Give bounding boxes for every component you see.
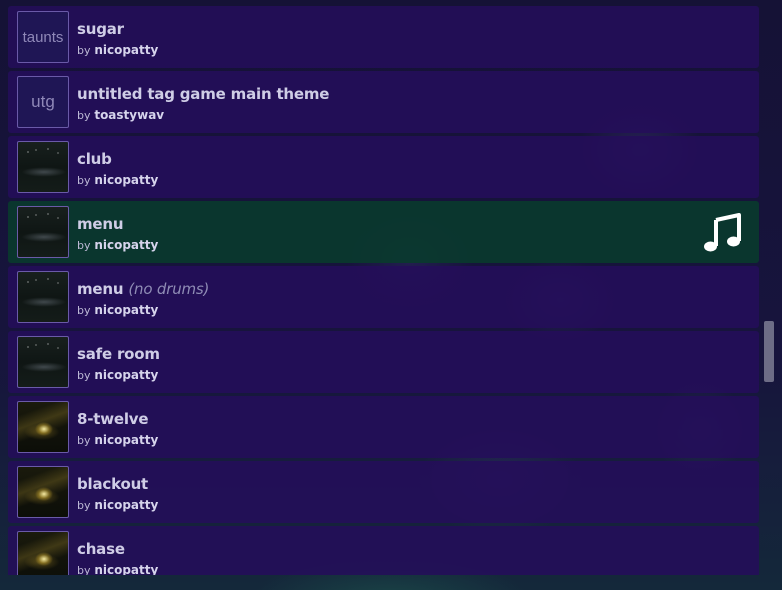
track-thumbnail: taunts — [17, 11, 69, 63]
track-author: nicopatty — [94, 498, 159, 512]
track-thumbnail — [17, 206, 69, 258]
track-thumbnail — [17, 141, 69, 193]
track-thumbnail: utg — [17, 76, 69, 128]
by-label: by — [77, 434, 91, 447]
track-byline: by nicopatty — [77, 563, 158, 575]
by-label: by — [77, 44, 91, 57]
track-author: nicopatty — [94, 433, 159, 447]
track-author: nicopatty — [94, 43, 159, 57]
by-label: by — [77, 174, 91, 187]
music-note-icon — [704, 213, 741, 252]
track-byline: by nicopatty — [77, 173, 158, 187]
track-thumbnail — [17, 531, 69, 575]
track-title: menu — [77, 215, 124, 233]
track-byline: by toastywav — [77, 108, 164, 122]
track-title-text: untitled tag game main theme — [77, 85, 330, 103]
track-byline: by nicopatty — [77, 498, 158, 512]
track-author: nicopatty — [94, 563, 159, 575]
track-row-safe-room[interactable]: safe room by nicopatty — [8, 331, 759, 393]
by-label: by — [77, 499, 91, 512]
track-row-menu-playing[interactable]: menu by nicopatty — [8, 201, 759, 263]
by-label: by — [77, 109, 91, 122]
track-author: nicopatty — [94, 238, 159, 252]
track-title-text: chase — [77, 540, 125, 558]
track-row-chase[interactable]: chase by nicopatty — [8, 526, 759, 575]
track-title: untitled tag game main theme — [77, 85, 329, 103]
by-label: by — [77, 564, 91, 575]
track-title: menu (no drums) — [77, 280, 209, 298]
track-row-untitled-tag-game-main-theme[interactable]: utg untitled tag game main theme by toas… — [8, 71, 759, 133]
track-thumbnail — [17, 271, 69, 323]
track-list: taunts sugar by nicopatty utg untitled t… — [8, 6, 759, 575]
track-thumbnail — [17, 466, 69, 518]
track-row-club[interactable]: club by nicopatty — [8, 136, 759, 198]
track-title: club — [77, 150, 112, 168]
track-title-text: blackout — [77, 475, 149, 493]
track-author: toastywav — [94, 108, 165, 122]
track-title-text: club — [77, 150, 112, 168]
track-title-text: menu — [77, 215, 124, 233]
track-author: nicopatty — [94, 368, 159, 382]
track-row-sugar[interactable]: taunts sugar by nicopatty — [8, 6, 759, 68]
track-byline: by nicopatty — [77, 433, 158, 447]
by-label: by — [77, 369, 91, 382]
track-byline: by nicopatty — [77, 43, 158, 57]
by-label: by — [77, 239, 91, 252]
track-title: 8-twelve — [77, 410, 149, 428]
scrollbar-thumb[interactable] — [764, 321, 774, 382]
track-title-text: sugar — [77, 20, 124, 38]
track-title-suffix: (no drums) — [128, 280, 210, 298]
track-title-text: safe room — [77, 345, 160, 363]
track-author: nicopatty — [94, 173, 159, 187]
track-thumbnail — [17, 401, 69, 453]
track-title-text: 8-twelve — [77, 410, 149, 428]
track-title: chase — [77, 540, 125, 558]
track-byline: by nicopatty — [77, 238, 158, 252]
track-title: safe room — [77, 345, 160, 363]
track-byline: by nicopatty — [77, 368, 158, 382]
track-byline: by nicopatty — [77, 303, 158, 317]
track-title: sugar — [77, 20, 124, 38]
track-thumbnail — [17, 336, 69, 388]
track-row-8-twelve[interactable]: 8-twelve by nicopatty — [8, 396, 759, 458]
track-author: nicopatty — [94, 303, 159, 317]
track-title-text: menu — [77, 280, 124, 298]
track-title: blackout — [77, 475, 148, 493]
by-label: by — [77, 304, 91, 317]
track-row-blackout[interactable]: blackout by nicopatty — [8, 461, 759, 523]
track-row-menu-no-drums[interactable]: menu (no drums) by nicopatty — [8, 266, 759, 328]
